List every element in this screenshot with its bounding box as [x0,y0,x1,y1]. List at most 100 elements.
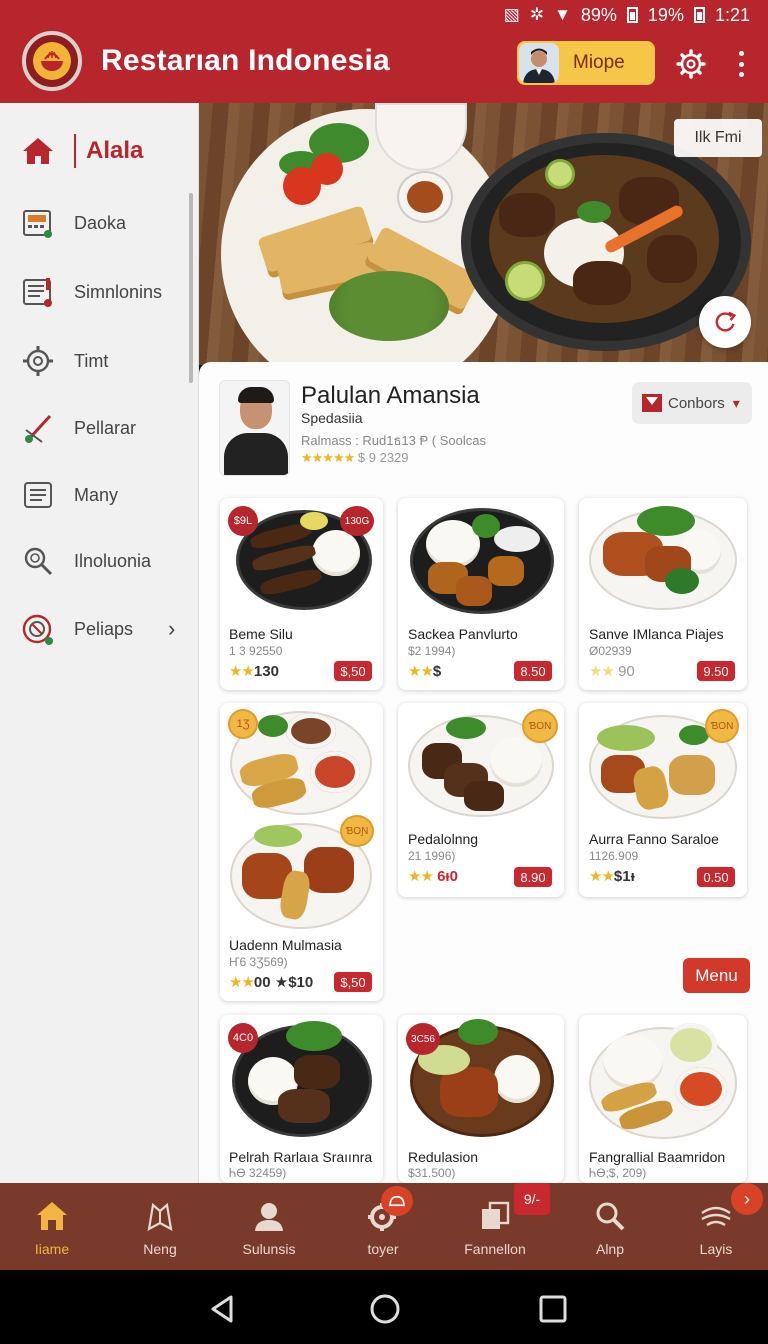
card-badge: 4C0 [228,1023,258,1053]
app-logo [22,31,82,91]
more-options-icon[interactable] [734,51,748,77]
active-indicator [74,134,76,168]
status-time: 1:21 [714,4,750,25]
status-percent-a: 89% [580,4,617,25]
sidebar-item-label: Timt [74,350,109,371]
sidebar-item-many[interactable]: Many [0,467,199,523]
refresh-icon [715,311,737,332]
sidebar-item-simnlonins[interactable]: Simnlonins [0,264,199,320]
sidebar-item-alala[interactable]: Alala [0,123,199,179]
sidebar-item-label: Ilnoluonia [74,550,152,571]
layers-icon [701,1206,731,1227]
app-title: Restarıan Indonesia [101,44,390,77]
card-meta: 21 1996) [408,849,456,863]
list-icon [24,482,52,508]
restaurant-subtitle: Spedasiia [301,410,363,426]
rating-stars: ★★★★★ [301,450,355,465]
chevron-right-icon: › [168,616,176,641]
user-profile-button[interactable]: Miope [517,41,655,85]
chevron-down-icon: ▾ [732,394,740,411]
bell-icon [389,1195,405,1207]
status-bar: ▧ ✲ ▼ 89% 19% 1:21 [504,2,750,28]
food-card[interactable]: Sackea Panvlurto $2 1994) ★★$ 8.50 [398,498,564,690]
home-button-icon[interactable] [368,1292,402,1326]
sidebar-item-pellarar[interactable]: Pellarar [0,400,199,456]
target-icon [22,614,53,645]
nav-label: Iiame [34,1241,70,1257]
restaurant-rating: ★★★★★ $ 9 2329 [301,450,409,466]
combos-label: Conbors [668,394,725,412]
food-card[interactable]: ƁON Aurra Fanno Saraloe 1126.909 ★★$1ᵻ 0… [579,703,747,897]
card-title: Aurra Fanno Saraloe [589,831,719,847]
refresh-button[interactable] [699,296,751,348]
card-rating: ★★ 90 [589,663,635,680]
food-card[interactable]: Fangrallial Baamridon ᏂӨ;$, 209) [579,1015,747,1183]
nav-neng[interactable]: Neng [126,1183,194,1270]
combos-dropdown[interactable]: Conbors ▾ [632,382,752,424]
card-price[interactable]: 8.50 [514,661,552,681]
battery-icon [693,7,705,23]
home-icon [37,1202,67,1230]
card-badge: 1Ʒ [228,709,258,739]
card-meta: Ҥ6 3Ʒ569) [229,955,288,969]
card-badge: $9L [228,506,258,536]
card-rating: ★★130 [229,663,279,680]
card-price[interactable]: 9.50 [697,661,735,681]
card-title: Sanve IMlanca Piajes [589,626,724,642]
sidebar-item-timt[interactable]: Timt [0,333,199,389]
card-rating: ★★$ [408,663,442,680]
count-badge: 9/- [514,1183,550,1215]
card-badge: 130G [340,506,374,536]
sidebar-item-daoka[interactable]: Daoka [0,195,199,251]
chevron-right-icon[interactable]: › [731,1183,763,1215]
search-icon [24,547,53,576]
sidebar-item-peliaps[interactable]: Peliaps › [0,601,199,657]
nav-label: Neng [143,1241,177,1257]
card-title: Fangrallial Baamridon [589,1149,726,1165]
nav-label: toyer [367,1241,399,1257]
card-title: Sackea Panvlurto [408,626,518,642]
gear-icon [23,346,53,376]
card-price[interactable]: $,50 [334,972,372,992]
bluetooth-icon: ✲ [529,5,545,24]
register-icon [23,210,52,238]
sidebar-item-ilnoluonia[interactable]: Ilnoluonia [0,533,199,589]
food-card[interactable]: ƁON Pedalolnng 21 1996) ★★ 6ᵻ0 8.90 [398,703,564,897]
food-card[interactable]: $9L 130G Beme Silu 1 3 92550 ★★130 $,50 [220,498,383,690]
card-price[interactable]: 0.50 [697,867,735,887]
hero-label: Ilk Fmi [674,119,762,157]
search-icon [596,1202,625,1231]
battery-icon [626,7,638,23]
nfc-icon: ▧ [503,5,520,24]
nav-label: Sulunsis [242,1241,296,1257]
nav-label: Layis [699,1241,733,1257]
nav-home[interactable]: Iiame [18,1183,86,1270]
card-rating: ★★00 ★$10 [229,974,314,991]
nav-label: Fannellon [464,1241,526,1257]
food-card[interactable]: 4C0 Pelrah Rarlaıa Sraıınra ᏂӨ 32459) [220,1015,383,1183]
card-meta: 1 3 92550 [229,644,283,658]
food-card[interactable]: 3C56 Redulasion $31.500) [398,1015,564,1183]
menu-button[interactable]: Menu [683,958,750,993]
card-rating: ★★ 6ᵻ0 [408,868,458,885]
user-icon [255,1203,283,1231]
card-badge: ƁON [705,709,739,743]
food-card[interactable]: Sanve IMlanca Piajes Ø02939 ★★ 90 9.50 [579,498,747,690]
sidebar: Alala Daoka Simnlonins Timt Pellarar Man… [0,103,199,1185]
nav-sulunsis[interactable]: Sulunsis [234,1183,304,1270]
card-price[interactable]: 8.90 [514,867,552,887]
card-title: Pedalolnng [408,831,479,847]
card-badge: 3C56 [406,1023,440,1055]
rating-text: $ 9 2329 [357,450,409,465]
nav-alnp[interactable]: Alnp [576,1183,644,1270]
gear-icon[interactable] [676,49,706,79]
map-icon [147,1202,173,1232]
card-title: Beme Silu [229,626,293,642]
back-icon[interactable] [205,1292,239,1326]
food-card[interactable]: 1Ʒ ƁOƝ Uadenn Mulmasia Ҥ6 3Ʒ569) ★★00 ★$… [220,703,383,1001]
card-title: Uadenn Mulmasia [229,937,342,953]
card-price[interactable]: $,50 [334,661,372,681]
recents-icon[interactable] [536,1292,570,1326]
home-icon [23,138,53,164]
card-meta: $2 1994) [408,644,456,658]
